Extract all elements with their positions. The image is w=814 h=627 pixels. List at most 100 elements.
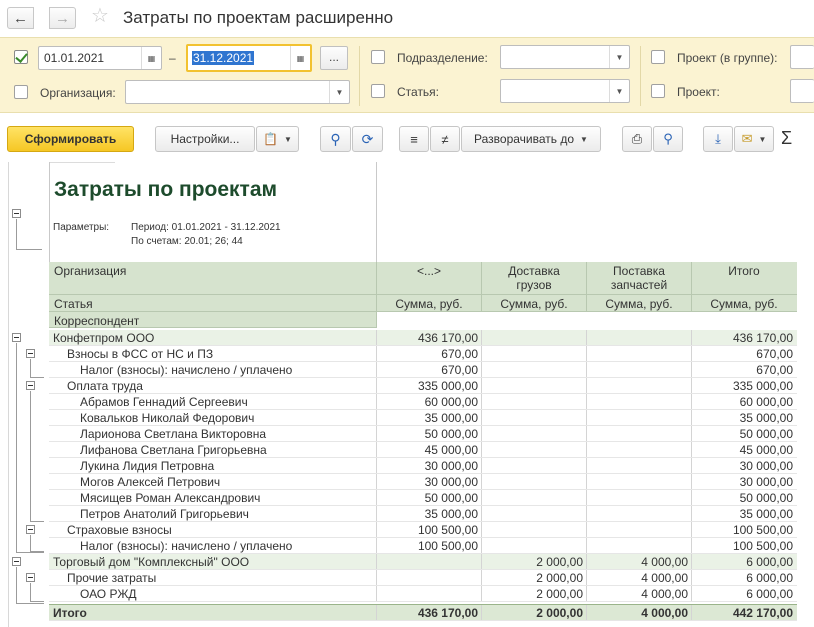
header-amount-col1: Сумма, руб. (395, 297, 463, 311)
period-checkbox[interactable] (14, 50, 28, 64)
collapse-all-button[interactable]: ≠ (430, 126, 460, 152)
params-accounts: По счетам: 20.01; 26; 44 (131, 236, 243, 247)
column-separator (481, 474, 482, 489)
collapse-row-icon[interactable] (26, 525, 35, 534)
row-value-col4: 670,00 (756, 363, 793, 377)
column-separator (481, 570, 482, 585)
column-separator (586, 410, 587, 425)
row-value-col1: 100 500,00 (417, 523, 478, 537)
arrow-left-icon: ← (13, 9, 28, 27)
column-separator (376, 570, 377, 585)
table-row[interactable]: Лукина Лидия Петровна 30 000,00 30 000,00 (49, 458, 797, 474)
divider (640, 46, 641, 106)
tree-line (16, 567, 17, 603)
group-row[interactable]: Торговый дом "Комплексный" ООО 2 000,00 4 … (49, 554, 797, 570)
project-field[interactable] (790, 79, 814, 103)
calendar-icon[interactable]: ▦ (141, 47, 161, 69)
header-col2-line2: грузов (516, 278, 552, 292)
row-value-col4: 60 000,00 (739, 395, 793, 409)
collapse-row-icon[interactable] (12, 557, 21, 566)
row-label: Ларионова Светлана Викторовна (80, 427, 267, 441)
row-value-col4: 436 170,00 (732, 331, 793, 345)
table-row[interactable]: Мясищев Роман Александрович 50 000,00 50 0… (49, 490, 797, 506)
header-item: Статья (54, 297, 93, 311)
group-row[interactable]: Конфетпром ООО 436 170,00 436 170,00 (49, 330, 797, 346)
sigma-icon[interactable]: Σ (781, 128, 792, 149)
refresh-search-icon: ⟳ (361, 130, 374, 147)
subgroup-row[interactable]: Прочие затраты 2 000,00 4 000,00 6 000,00 (49, 570, 797, 586)
collapse-row-icon[interactable] (26, 349, 35, 358)
variant-menu-button[interactable]: 📋 ▼ (256, 126, 299, 152)
favorite-star-icon[interactable]: ☆ (91, 5, 109, 27)
forward-button[interactable]: → (49, 7, 76, 29)
table-row[interactable]: ОАО РЖД 2 000,00 4 000,00 6 000,00 (49, 586, 797, 602)
expand-all-button[interactable]: ≡ (399, 126, 429, 152)
search-button[interactable]: ⚲ (320, 126, 351, 152)
download-icon: ⤓ (715, 131, 721, 146)
generate-button[interactable]: Сформировать (7, 126, 134, 152)
row-value-col2: 2 000,00 (536, 587, 583, 601)
row-value-col3: 4 000,00 (641, 555, 688, 569)
organization-field[interactable]: ▼ (125, 80, 350, 104)
column-separator (586, 362, 587, 377)
expand-to-button[interactable]: Разворачивать до ▼ (461, 126, 601, 152)
table-row[interactable]: Налог (взносы): начислено / уплачено 100 … (49, 538, 797, 554)
collapse-row-icon[interactable] (26, 381, 35, 390)
chevron-down-icon[interactable]: ▼ (329, 81, 349, 103)
subgroup-row[interactable]: Страховые взносы 100 500,00 100 500,00 (49, 522, 797, 538)
project-group-checkbox[interactable] (651, 50, 665, 64)
send-email-button[interactable]: ✉ ▼ (734, 126, 774, 152)
period-select-button[interactable]: ... (320, 46, 348, 70)
subgroup-row[interactable]: Оплата труда 335 000,00 335 000,00 (49, 378, 797, 394)
calendar-icon[interactable]: ▦ (290, 46, 310, 70)
column-separator (481, 522, 482, 537)
column-separator (481, 538, 482, 553)
row-value-col4: 35 000,00 (739, 411, 793, 425)
column-separator (586, 378, 587, 393)
row-value-col1: 30 000,00 (424, 459, 478, 473)
item-field[interactable]: ▼ (500, 79, 630, 103)
header-amount-col4: Сумма, руб. (710, 297, 778, 311)
organization-checkbox[interactable] (14, 85, 28, 99)
chevron-down-icon[interactable]: ▼ (609, 80, 629, 102)
arrow-right-icon: → (55, 9, 70, 27)
division-checkbox[interactable] (371, 50, 385, 64)
column-separator (586, 394, 587, 409)
tree-line (30, 359, 31, 378)
collapse-row-icon[interactable] (26, 573, 35, 582)
table-row[interactable]: Абрамов Геннадий Сергеевич 60 000,00 60 00… (49, 394, 797, 410)
row-label: Оплата труда (67, 379, 143, 393)
print-preview-button[interactable]: ⚲ (653, 126, 683, 152)
column-separator (481, 378, 482, 393)
column-separator (376, 410, 377, 425)
column-separator (586, 554, 587, 569)
params-period: Период: 01.01.2021 - 31.12.2021 (131, 222, 281, 233)
division-field[interactable]: ▼ (500, 45, 630, 69)
header-amount-col3: Сумма, руб. (605, 297, 673, 311)
chevron-down-icon[interactable]: ▼ (609, 46, 629, 68)
back-button[interactable]: ← (7, 7, 34, 29)
subgroup-row[interactable]: Взносы в ФСС от НС и ПЗ 670,00 670,00 (49, 346, 797, 362)
settings-button[interactable]: Настройки... (155, 126, 255, 152)
table-row[interactable]: Могов Алексей Петрович 30 000,00 30 000,00 (49, 474, 797, 490)
project-checkbox[interactable] (651, 84, 665, 98)
column-separator (586, 522, 587, 537)
table-row[interactable]: Лифанова Светлана Григорьевна 45 000,00 45… (49, 442, 797, 458)
table-row[interactable]: Ларионова Светлана Викторовна 50 000,00 50… (49, 426, 797, 442)
item-label: Статья: (397, 85, 440, 99)
table-row[interactable]: Налог (взносы): начислено / уплачено 670,… (49, 362, 797, 378)
collapse-row-icon[interactable] (12, 333, 21, 342)
column-separator (586, 605, 587, 620)
search-refresh-button[interactable]: ⟳ (352, 126, 383, 152)
item-checkbox[interactable] (371, 84, 385, 98)
save-button[interactable]: ⤓ (703, 126, 733, 152)
collapse-title-icon[interactable] (12, 209, 21, 218)
tree-line (30, 377, 44, 378)
total-col1: 436 170,00 (417, 606, 478, 620)
table-row[interactable]: Петров Анатолий Григорьевич 35 000,00 35 0… (49, 506, 797, 522)
table-row[interactable]: Ковальков Николай Федорович 35 000,00 35 0… (49, 410, 797, 426)
date-to-field[interactable]: 31.12.2021 ▦ (186, 44, 312, 72)
print-button[interactable]: ⎙ (622, 126, 652, 152)
date-from-field[interactable]: 01.01.2021 ▦ (38, 46, 162, 70)
project-group-field[interactable] (790, 45, 814, 69)
